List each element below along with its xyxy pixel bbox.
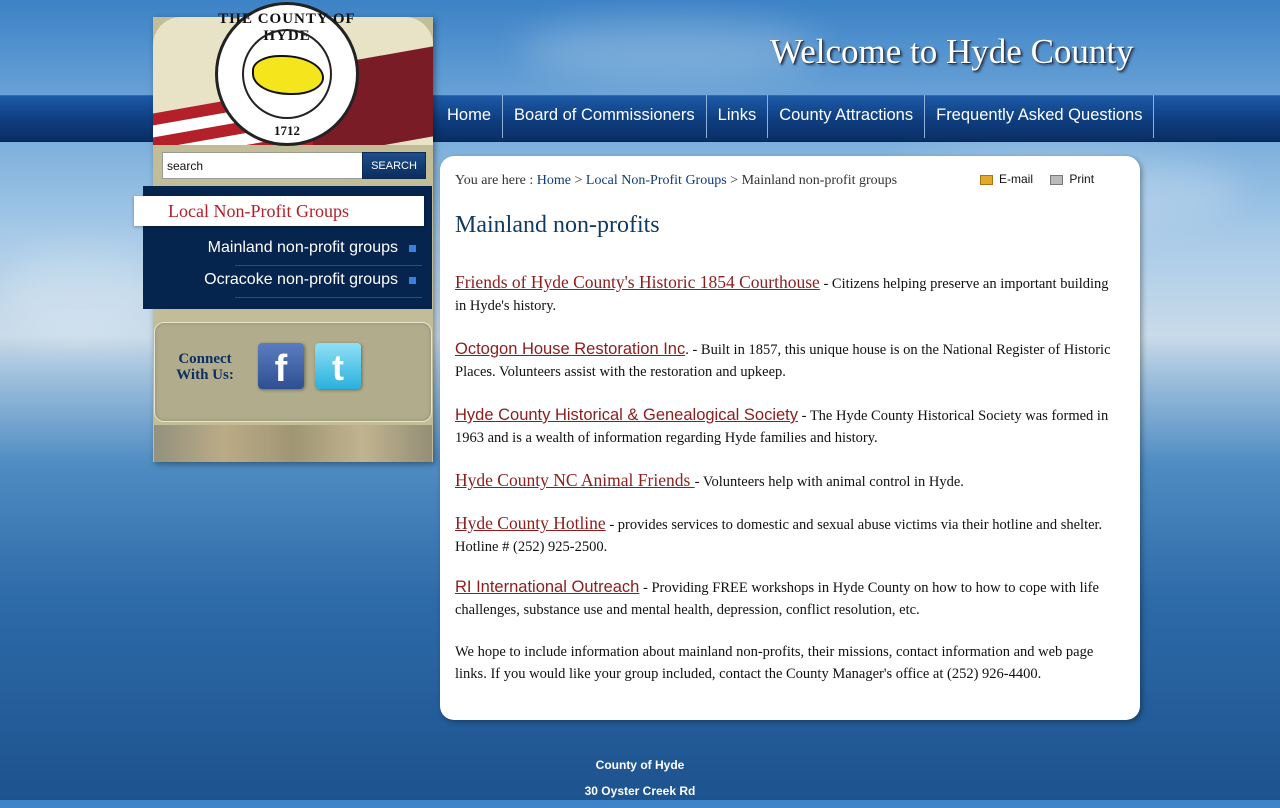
breadcrumb-current: Mainland non-profit groups — [741, 173, 898, 188]
facebook-icon[interactable]: f — [258, 343, 304, 390]
envelope-icon — [980, 174, 993, 185]
nav-home[interactable]: Home — [436, 95, 504, 138]
entry-link[interactable]: Hyde County Historical & Genealogical So… — [455, 406, 798, 424]
footer: County of Hyde 30 Oyster Creek Rd — [0, 756, 1280, 808]
page-tools: E-mail Print — [980, 172, 1108, 186]
sidebar-item-ocracoke[interactable]: Ocracoke non-profit groups — [150, 264, 422, 296]
divider — [235, 297, 422, 298]
breadcrumb: You are here : Home > Local Non-Profit G… — [455, 173, 897, 189]
breadcrumb-section-link[interactable]: Local Non-Profit Groups — [586, 173, 727, 188]
entry-description: - Volunteers help with animal control in… — [694, 474, 964, 490]
bullet-icon — [409, 277, 416, 284]
bullet-icon — [409, 245, 416, 252]
email-label: E-mail — [999, 172, 1034, 186]
nav-county-attractions[interactable]: County Attractions — [768, 95, 926, 138]
footer-line: County of Hyde — [595, 758, 685, 772]
twitter-icon[interactable]: t — [315, 343, 361, 389]
list-item: Octogon House Restoration Inc. - Built i… — [455, 338, 1120, 383]
list-item: Hyde County Hotline - provides services … — [455, 512, 1120, 558]
footer-line: 30 Oyster Creek Rd — [584, 784, 696, 798]
welcome-heading: Welcome to Hyde County — [770, 32, 1134, 71]
county-seal-logo[interactable]: THE COUNTY OF HYDE 1712 — [215, 2, 359, 146]
sky-cloud — [0, 250, 160, 340]
list-item: Hyde County Historical & Genealogical So… — [455, 404, 1120, 449]
list-item: RI International Outreach - Providing FR… — [455, 576, 1120, 621]
sidebar-item-label: Ocracoke non-profit groups — [204, 271, 398, 288]
print-button[interactable]: Print — [1050, 172, 1094, 186]
search-button[interactable]: SEARCH — [362, 152, 426, 179]
breadcrumb-separator: > — [571, 173, 586, 188]
entry-link[interactable]: Hyde County Hotline — [455, 513, 606, 533]
printer-icon — [1050, 174, 1064, 185]
connect-label: Connect With Us: — [176, 351, 234, 383]
seal-year: 1712 — [274, 123, 300, 138]
sidebar-item-mainland[interactable]: Mainland non-profit groups — [150, 232, 422, 264]
nav-faq[interactable]: Frequently Asked Questions — [925, 95, 1155, 138]
closing-paragraph: We hope to include information about mai… — [455, 644, 1094, 682]
breadcrumb-separator: > — [726, 173, 742, 188]
sidebar-item-label: Mainland non-profit groups — [207, 239, 398, 256]
sidebar-title-local-non-profit-groups[interactable]: Local Non-Profit Groups — [134, 196, 424, 226]
list-item: Hyde County NC Animal Friends - Voluntee… — [455, 469, 1120, 493]
entry-link[interactable]: RI International Outreach — [455, 578, 639, 596]
breadcrumb-home-link[interactable]: Home — [537, 173, 571, 188]
entry-link[interactable]: Hyde County NC Animal Friends — [455, 470, 695, 490]
entry-link[interactable]: Octogon House Restoration Inc — [455, 340, 685, 358]
email-button[interactable]: E-mail — [980, 172, 1033, 186]
print-label: Print — [1069, 172, 1095, 186]
entry-link[interactable]: Friends of Hyde County's Historic 1854 C… — [455, 272, 820, 292]
nav-board-of-commissioners[interactable]: Board of Commissioners — [503, 95, 707, 138]
nav-links[interactable]: Links — [707, 95, 769, 138]
list-item: Friends of Hyde County's Historic 1854 C… — [455, 271, 1120, 317]
search-form: search SEARCH — [162, 152, 426, 181]
main-nav: Home Board of Commissioners Links County… — [436, 95, 1155, 140]
breadcrumb-prefix: You are here : — [455, 173, 537, 188]
page-title: Mainland non-profits — [455, 212, 660, 238]
decorative-photo — [154, 425, 432, 462]
search-input[interactable]: search — [162, 152, 362, 179]
